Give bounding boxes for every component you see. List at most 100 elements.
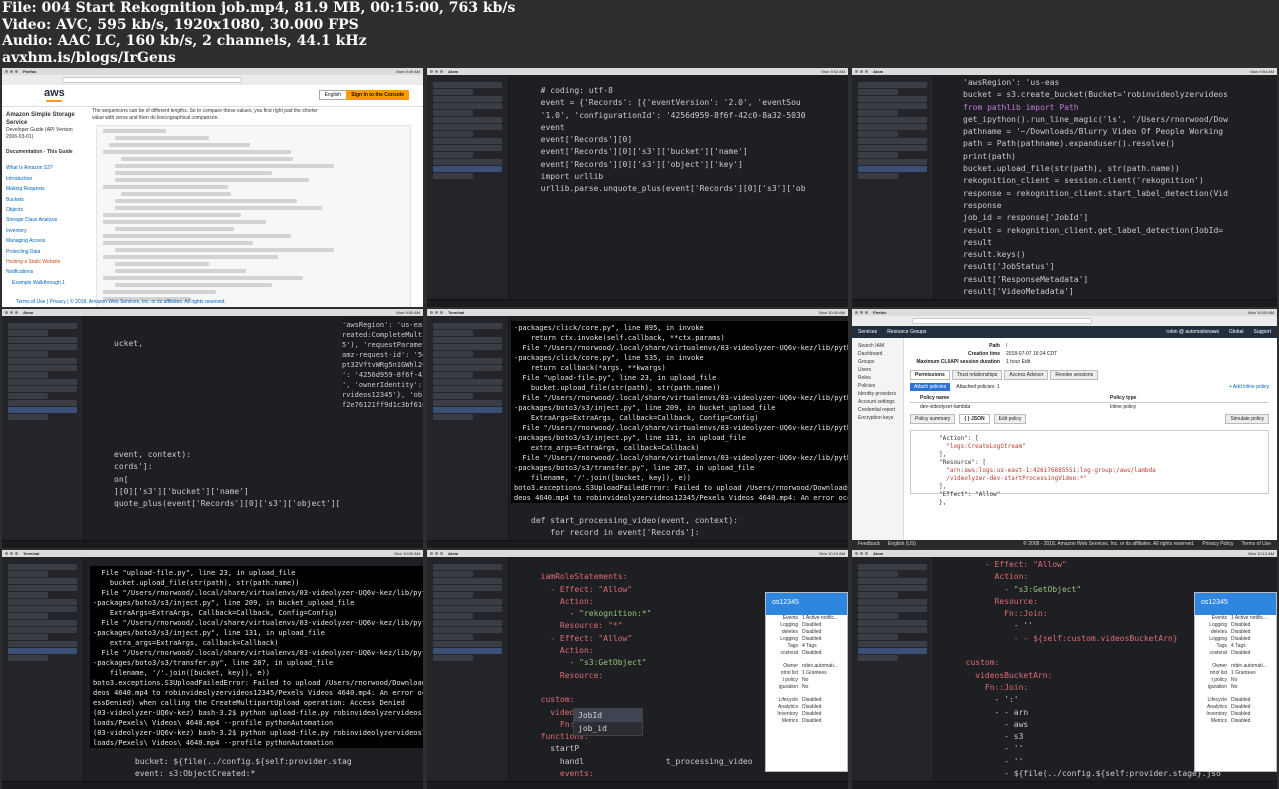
autocomplete-option[interactable]: JobId [574,709,642,722]
toc-item[interactable]: Managing Access [6,236,80,246]
project-tree[interactable] [852,75,934,307]
iam-nav-item[interactable]: Roles [858,374,897,382]
iam-nav-item[interactable]: Groups [858,358,897,366]
feedback-link[interactable]: Feedback [858,540,880,548]
panel-row[interactable]: t policy No [766,677,847,684]
tree-item[interactable] [433,103,502,109]
thumbnail-4-atom-handler[interactable]: Atom Mon 9:55 AM ucket, event, context): c… [2,309,423,548]
toc-item[interactable]: Buckets [6,195,80,205]
panel-row[interactable]: Logging Disabled [766,636,847,643]
tree-item[interactable] [8,648,77,654]
tree-item[interactable] [858,82,927,88]
toc-item[interactable]: Making Requests [6,184,80,194]
tree-item[interactable] [858,571,898,577]
project-tree[interactable] [2,557,84,789]
tree-item[interactable] [433,330,473,336]
tree-item[interactable] [433,386,502,392]
iam-nav-item[interactable]: Search IAM [858,342,897,350]
tree-item[interactable] [8,599,77,605]
tree-item[interactable] [858,117,927,123]
panel-row[interactable]: Inventory Disabled [766,711,847,718]
policy-row[interactable]: dev-videolyzer-lambda [910,403,1110,411]
panel-row[interactable]: Events 1 Active notific... [1195,615,1276,622]
code-editor[interactable]: bucket: ${file(../config.${self:provider… [106,754,423,781]
tree-item[interactable] [8,606,77,612]
code-editor[interactable]: iamRoleStatements: - Effect: "Allow" Act… [531,557,768,781]
iam-nav-item[interactable]: Account settings [858,398,897,406]
tree-item[interactable] [433,166,502,172]
tree-item[interactable] [858,641,927,647]
tree-item[interactable] [433,110,473,116]
thumbnail-8-serverless-yml[interactable]: Atom Mon 10:10 AM iamRoleStatements: - E… [427,550,848,789]
policy-summary-tab[interactable]: Policy summary [910,414,956,424]
json-tab[interactable]: { } JSON [959,414,990,424]
tree-item[interactable] [433,152,473,158]
tree-item[interactable] [433,89,473,95]
tree-item[interactable] [433,641,502,647]
tree-item[interactable] [858,89,898,95]
tree-item[interactable] [433,124,502,130]
project-tree[interactable] [427,557,509,789]
tree-item[interactable] [858,110,898,116]
tree-item[interactable] [433,96,502,102]
tree-item[interactable] [8,365,77,371]
panel-row[interactable]: Tags 4 Tags [1195,643,1276,650]
panel-row[interactable]: Inventory Disabled [1195,711,1276,718]
autocomplete-option[interactable]: job_id [574,722,642,735]
tree-item[interactable] [8,337,77,343]
panel-row[interactable]: ntrol list 1 Grantees [766,670,847,677]
policy-json-viewer[interactable]: "Action": [ "logs:CreateLogStream"], "Res… [910,430,1269,506]
tree-item[interactable] [8,620,77,626]
tree-item[interactable] [433,634,473,640]
tree-item[interactable] [8,386,77,392]
tree-item[interactable] [858,606,927,612]
role-tab[interactable]: Access Advisor [1004,370,1049,380]
panel-row[interactable]: deletes Disabled [1195,629,1276,636]
thumbnail-3-atom-rekognition[interactable]: Atom Mon 9:54 AM 'awsRegion': 'us-eas buc… [852,68,1277,307]
tree-item[interactable] [433,358,502,364]
tree-item[interactable] [8,323,77,329]
panel-row[interactable]: Tags 4 Tags [766,643,847,650]
tree-item[interactable] [433,655,473,661]
thumbnail-5-terminal-error[interactable]: Terminal Mon 10:00 AM def start_processi… [427,309,848,548]
tree-item[interactable] [8,578,77,584]
role-tab[interactable]: Permissions [910,370,950,380]
project-tree[interactable] [427,75,509,307]
tree-item[interactable] [433,131,473,137]
panel-row[interactable]: Logging Disabled [1195,622,1276,629]
thumbnail-7-terminal-retry[interactable]: Terminal Mon 10:05 AM File "upload-file.… [2,550,423,789]
tree-item[interactable] [8,613,48,619]
toc-sub-item[interactable]: Example Walkthrough 1 [6,278,80,288]
toc-item[interactable]: What Is Amazon S3? [6,163,80,173]
toc-item[interactable]: Notifications [6,267,80,277]
iam-nav-item[interactable]: Identity providers [858,390,897,398]
panel-row[interactable]: iguration No [1195,684,1276,691]
tree-item[interactable] [858,124,927,130]
tree-item[interactable] [433,173,473,179]
address-bar[interactable] [62,77,242,83]
terminal-window[interactable]: File "upload-file.py", line 23, in uploa… [90,566,423,748]
tree-item[interactable] [858,138,927,144]
tree-item[interactable] [8,655,48,661]
tree-item[interactable] [8,627,77,633]
edit-policy-button[interactable]: Edit policy [993,414,1027,424]
toc-item[interactable]: Introduction [6,174,80,184]
tree-item[interactable] [433,323,502,329]
project-tree[interactable] [852,557,934,789]
tree-item[interactable] [858,627,927,633]
privacy-link[interactable]: Privacy Policy [1202,540,1233,548]
panel-row[interactable]: Events 1 Active notific... [766,615,847,622]
tree-item[interactable] [858,159,927,165]
tree-item[interactable] [433,351,473,357]
tree-item[interactable] [858,578,927,584]
tree-item[interactable] [433,564,502,570]
iam-nav-item[interactable]: Dashboard [858,350,897,358]
user-menu[interactable]: robin @ automationaws [1166,329,1219,335]
panel-row[interactable]: Metrics Disabled [766,718,847,725]
tree-item[interactable] [8,585,77,591]
code-editor[interactable]: def start_processing_video(event, contex… [531,509,848,540]
iam-nav-item[interactable]: Policies [858,382,897,390]
toc-item[interactable]: Hosting a Static Website [6,257,80,267]
tree-item[interactable] [433,372,473,378]
sign-in-console-button[interactable]: Sign In to the Console [346,90,409,100]
